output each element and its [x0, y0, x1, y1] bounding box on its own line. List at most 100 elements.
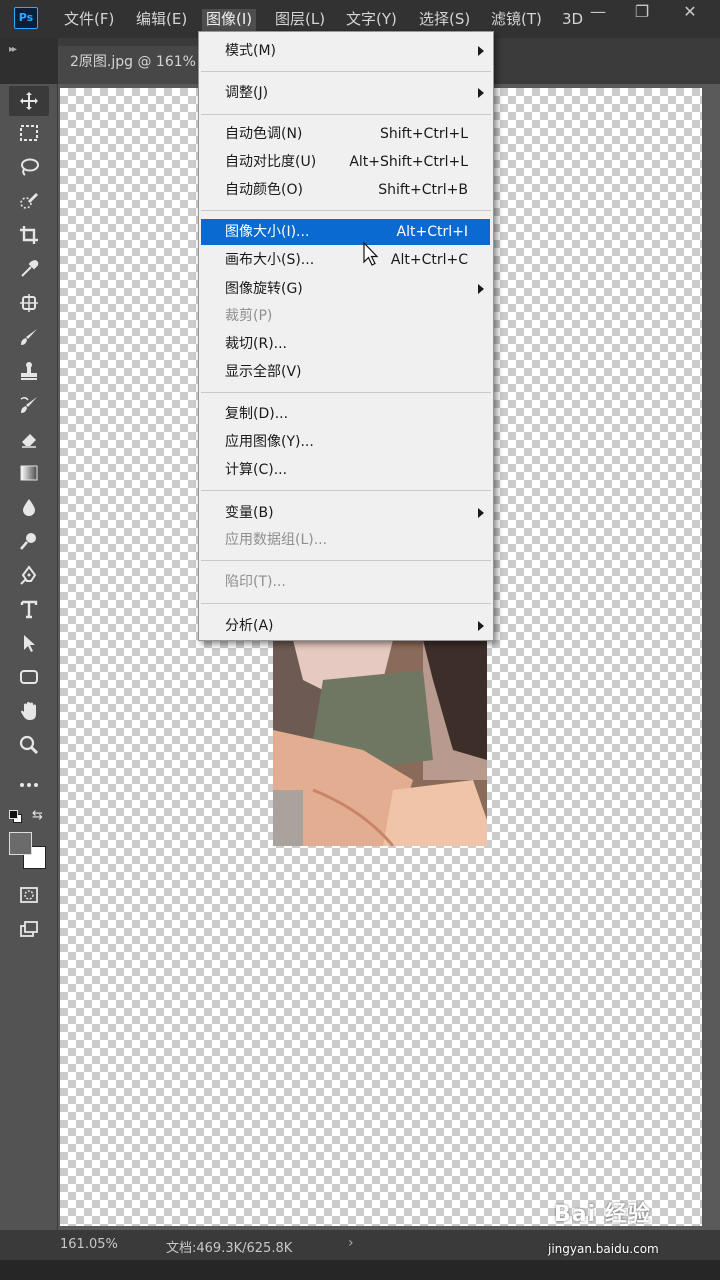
menu-filter[interactable]: 滤镜(T): [487, 9, 546, 31]
eyedropper-icon[interactable]: [9, 254, 49, 284]
menu-item-label: 裁切(R)...: [225, 336, 288, 352]
menu-item-label: 变量(B): [225, 505, 274, 521]
menu-item-mode[interactable]: 模式(M): [201, 38, 490, 64]
menu-item-auto-tone[interactable]: 自动色调(N) Shift+Ctrl+L: [201, 121, 490, 147]
menu-item-auto-contrast[interactable]: 自动对比度(U) Alt+Shift+Ctrl+L: [201, 149, 490, 175]
status-menu-arrow[interactable]: ›: [348, 1235, 354, 1251]
menu-shortcut: Alt+Shift+Ctrl+L: [349, 154, 468, 170]
photoshop-logo: Ps: [14, 7, 38, 29]
menu-item-calculations[interactable]: 计算(C)...: [201, 457, 490, 483]
menu-item-label: 图像大小(I)...: [225, 224, 310, 240]
menu-separator: [201, 490, 491, 491]
image-menu-dropdown: 模式(M) 调整(J) 自动色调(N) Shift+Ctrl+L 自动对比度(U)…: [198, 31, 494, 641]
menu-item-label: 应用图像(Y)...: [225, 434, 314, 450]
screen-mode-icon[interactable]: [9, 914, 49, 944]
menu-item-variables[interactable]: 变量(B): [201, 500, 490, 526]
path-select-icon[interactable]: [9, 628, 49, 658]
toolbar-header: ▸▸: [0, 38, 58, 84]
pen-icon[interactable]: [9, 560, 49, 590]
hand-icon[interactable]: [9, 696, 49, 726]
menu-item-label: 分析(A): [225, 618, 274, 634]
move-icon[interactable]: [9, 86, 49, 116]
menu-item-auto-color[interactable]: 自动颜色(O) Shift+Ctrl+B: [201, 177, 490, 203]
quick-select-icon[interactable]: [9, 186, 49, 216]
collapse-icon[interactable]: ▸▸: [9, 44, 17, 55]
menu-item-label: 显示全部(V): [225, 364, 302, 380]
blur-icon[interactable]: [9, 492, 49, 522]
zoom-icon[interactable]: [9, 730, 49, 760]
menu-item-label: 画布大小(S)...: [225, 252, 315, 268]
menu-item-canvas-size[interactable]: 画布大小(S)... Alt+Ctrl+C: [201, 247, 490, 273]
menu-separator: [201, 71, 491, 72]
menu-item-duplicate[interactable]: 复制(D)...: [201, 401, 490, 427]
menu-item-label: 自动对比度(U): [225, 154, 317, 170]
menu-item-label: 图像旋转(G): [225, 281, 303, 297]
watermark-url: jingyan.baidu.com: [548, 1242, 659, 1256]
default-colors-icon[interactable]: [9, 810, 23, 824]
menu-item-label: 陷印(T)...: [225, 574, 286, 590]
menu-file[interactable]: 文件(F): [60, 9, 118, 31]
foreground-color-swatch[interactable]: [9, 832, 32, 855]
document-tab[interactable]: 2原图.jpg @ 161%: [58, 46, 208, 84]
restore-button[interactable]: ❐: [620, 0, 664, 26]
taskbar-strip: [0, 1260, 720, 1280]
menu-item-trim[interactable]: 裁切(R)...: [201, 331, 490, 357]
menu-item-label: 自动颜色(O): [225, 182, 303, 198]
submenu-arrow-icon: [478, 621, 484, 631]
history-brush-icon[interactable]: [9, 390, 49, 420]
menu-separator: [201, 210, 491, 211]
menu-item-label: 复制(D)...: [225, 406, 289, 422]
menu-separator: [201, 392, 491, 393]
menu-item-trap: 陷印(T)...: [201, 569, 490, 595]
stamp-icon[interactable]: [9, 356, 49, 386]
menu-item-adjustments[interactable]: 调整(J): [201, 80, 490, 106]
menu-item-crop: 裁剪(P): [201, 303, 490, 329]
tools-panel: ⇆: [0, 84, 58, 1230]
menu-shortcut: Shift+Ctrl+B: [378, 182, 468, 198]
menu-item-apply-image[interactable]: 应用图像(Y)...: [201, 429, 490, 455]
gradient-icon[interactable]: [9, 458, 49, 488]
photo-layer: [273, 640, 487, 846]
marquee-icon[interactable]: [9, 118, 49, 148]
lasso-icon[interactable]: [9, 152, 49, 182]
submenu-arrow-icon: [478, 46, 484, 56]
menu-item-label: 自动色调(N): [225, 126, 303, 142]
eraser-icon[interactable]: [9, 424, 49, 454]
dodge-icon[interactable]: [9, 526, 49, 556]
menu-item-label: 模式(M): [225, 43, 277, 59]
menu-item-label: 调整(J): [225, 85, 269, 101]
baidu-jingyan-watermark: Bai 经验 jingyan.baidu.com: [548, 1196, 659, 1256]
type-icon[interactable]: [9, 594, 49, 624]
menu-select[interactable]: 选择(S): [415, 9, 474, 31]
submenu-arrow-icon: [478, 88, 484, 98]
crop-icon[interactable]: [9, 220, 49, 250]
menu-shortcut: Shift+Ctrl+L: [380, 126, 468, 142]
mouse-cursor-icon: [363, 241, 379, 272]
menu-shortcut: Alt+Ctrl+C: [390, 252, 468, 268]
menu-item-reveal-all[interactable]: 显示全部(V): [201, 359, 490, 385]
menu-shortcut: Alt+Ctrl+I: [396, 224, 468, 240]
menu-separator: [201, 603, 491, 604]
close-button[interactable]: ✕: [668, 0, 712, 26]
submenu-arrow-icon: [478, 508, 484, 518]
menu-item-label: 裁剪(P): [225, 308, 273, 324]
patch-icon[interactable]: [9, 288, 49, 318]
swap-colors-icon[interactable]: ⇆: [32, 808, 43, 823]
menu-image[interactable]: 图像(I): [202, 9, 257, 31]
menu-item-label: 计算(C)...: [225, 462, 288, 478]
minimize-button[interactable]: —: [576, 0, 620, 26]
menu-edit[interactable]: 编辑(E): [132, 9, 191, 31]
more-icon[interactable]: [9, 770, 49, 800]
menu-separator: [201, 560, 491, 561]
brush-icon[interactable]: [9, 322, 49, 352]
menu-separator: [201, 114, 491, 115]
zoom-level[interactable]: 161.05%: [60, 1237, 118, 1252]
menu-item-image-size[interactable]: 图像大小(I)... Alt+Ctrl+I: [201, 219, 490, 245]
menu-item-apply-data-set: 应用数据组(L)...: [201, 527, 490, 553]
menu-type[interactable]: 文字(Y): [342, 9, 401, 31]
menu-item-analysis[interactable]: 分析(A): [201, 613, 490, 639]
rectangle-icon[interactable]: [9, 662, 49, 692]
menu-layer[interactable]: 图层(L): [271, 9, 329, 31]
menu-item-image-rotation[interactable]: 图像旋转(G): [201, 276, 490, 302]
quick-mask-icon[interactable]: [9, 880, 49, 910]
